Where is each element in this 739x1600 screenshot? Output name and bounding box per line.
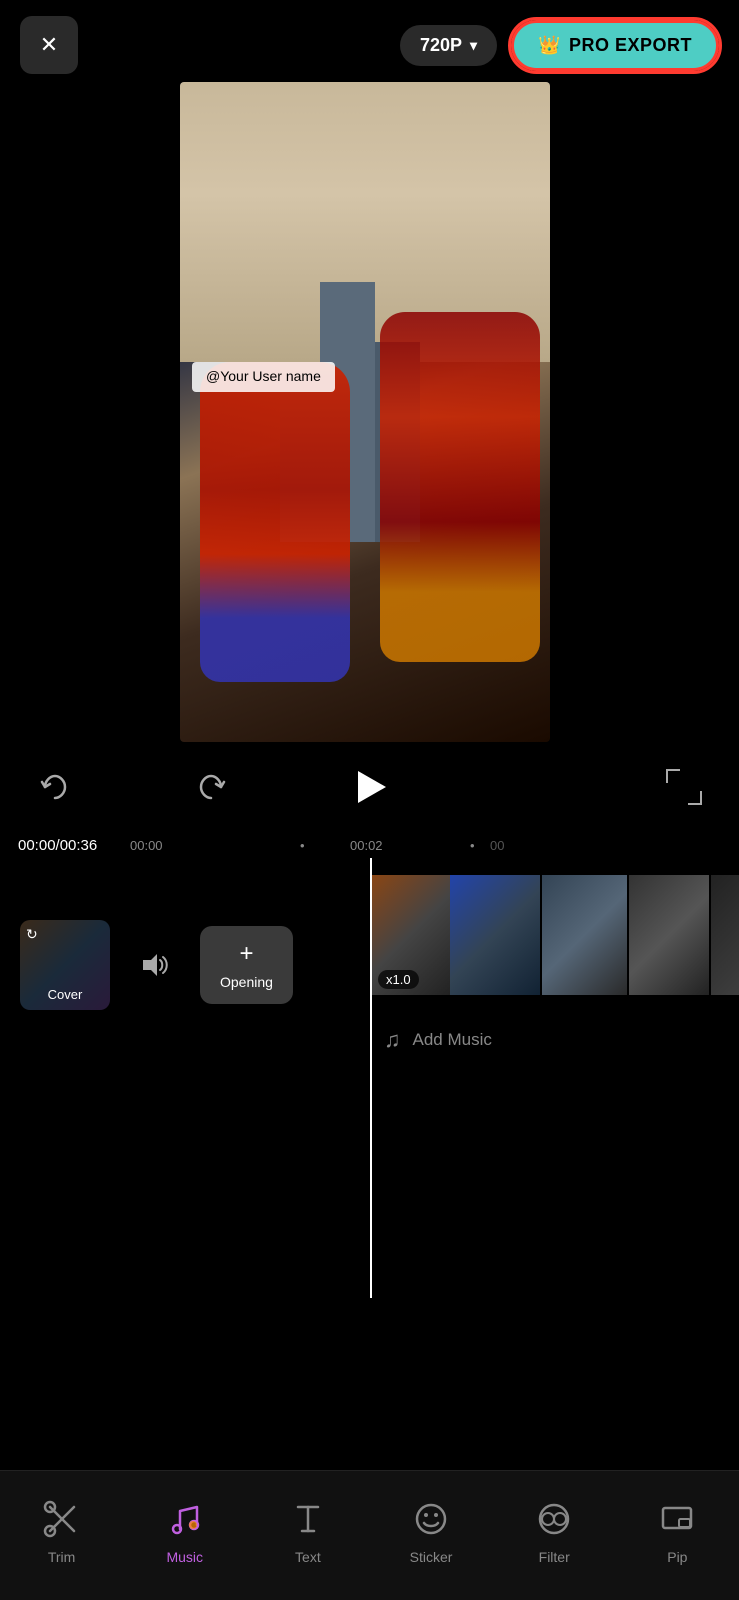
timeline: 00:00/00:36 00:00 • 00:02 • 00 bbox=[0, 830, 739, 860]
video-preview: @Your User name bbox=[180, 82, 550, 742]
toolbar-filter[interactable]: Filter bbox=[504, 1497, 604, 1565]
volume-icon bbox=[137, 947, 173, 983]
playback-controls bbox=[0, 752, 739, 822]
time-marker-3: • bbox=[470, 838, 475, 853]
refresh-icon: ↻ bbox=[26, 926, 46, 946]
volume-button[interactable] bbox=[130, 940, 180, 990]
quality-label: 720P bbox=[420, 35, 462, 56]
pip-label: Pip bbox=[667, 1549, 687, 1565]
toolbar-sticker[interactable]: Sticker bbox=[381, 1497, 481, 1565]
sticker-label: Sticker bbox=[410, 1549, 453, 1565]
thumb-1: x1.0 bbox=[370, 875, 450, 995]
trim-icon bbox=[40, 1497, 84, 1541]
opening-button[interactable]: + Opening bbox=[200, 926, 293, 1004]
chevron-down-icon: ▾ bbox=[470, 37, 477, 54]
username-text: @Your User name bbox=[206, 368, 321, 384]
bottom-toolbar: Trim Music Text bbox=[0, 1470, 739, 1600]
pro-export-button[interactable]: 👑 PRO EXPORT bbox=[511, 20, 719, 71]
thumb-5 bbox=[711, 875, 739, 995]
music-track[interactable]: ♫ Add Music bbox=[370, 1010, 739, 1070]
playhead bbox=[370, 858, 372, 1298]
time-display: 00:00/00:36 bbox=[0, 837, 130, 854]
time-markers: 00:00 • 00:02 • 00 bbox=[130, 830, 739, 860]
undo-button[interactable] bbox=[30, 762, 80, 812]
text-label: Text bbox=[295, 1549, 321, 1565]
time-marker-4: 00 bbox=[490, 838, 504, 853]
music-note-icon: ♫ bbox=[384, 1027, 401, 1053]
filter-label: Filter bbox=[539, 1549, 570, 1565]
time-marker-1: • bbox=[300, 838, 305, 853]
thumb-3 bbox=[542, 875, 627, 995]
music-label: Music bbox=[166, 1549, 203, 1565]
fullscreen-button[interactable] bbox=[659, 762, 709, 812]
cover-label: Cover bbox=[20, 987, 110, 1002]
speed-badge: x1.0 bbox=[378, 970, 419, 989]
pro-export-label: PRO EXPORT bbox=[569, 35, 692, 56]
toolbar-music[interactable]: Music bbox=[135, 1497, 235, 1565]
video-track: x1.0 + bbox=[370, 870, 739, 1000]
play-button[interactable] bbox=[343, 760, 397, 814]
toolbar-trim[interactable]: Trim bbox=[12, 1497, 112, 1565]
opening-label: Opening bbox=[220, 974, 273, 990]
username-overlay: @Your User name bbox=[192, 362, 335, 392]
filter-icon bbox=[532, 1497, 576, 1541]
pro-export-icon: 👑 bbox=[538, 35, 561, 56]
toolbar-pip[interactable]: Pip bbox=[627, 1497, 727, 1565]
quality-selector[interactable]: 720P ▾ bbox=[400, 25, 497, 66]
pip-icon bbox=[655, 1497, 699, 1541]
redo-button[interactable] bbox=[186, 762, 236, 812]
thumb-4 bbox=[629, 875, 709, 995]
undo-icon bbox=[37, 769, 73, 805]
fullscreen-icon bbox=[666, 769, 702, 805]
add-music-text: Add Music bbox=[413, 1030, 492, 1050]
left-panel: ↻ Cover + Opening bbox=[0, 870, 370, 1060]
spiderman-figure bbox=[200, 362, 350, 682]
music-icon bbox=[163, 1497, 207, 1541]
redo-icon bbox=[193, 769, 229, 805]
text-icon bbox=[286, 1497, 330, 1541]
time-marker-0: 00:00 bbox=[130, 838, 163, 853]
toolbar-text[interactable]: Text bbox=[258, 1497, 358, 1565]
cover-thumbnail[interactable]: ↻ Cover bbox=[20, 920, 110, 1010]
trim-label: Trim bbox=[48, 1549, 75, 1565]
sticker-icon bbox=[409, 1497, 453, 1541]
close-icon: ✕ bbox=[40, 32, 58, 58]
ironman-figure bbox=[380, 312, 540, 662]
close-button[interactable]: ✕ bbox=[20, 16, 78, 74]
opening-plus-icon: + bbox=[239, 940, 253, 968]
play-icon bbox=[358, 771, 386, 803]
header: ✕ 720P ▾ 👑 PRO EXPORT bbox=[0, 0, 739, 80]
thumb-2 bbox=[450, 875, 540, 995]
time-marker-2: 00:02 bbox=[350, 838, 383, 853]
